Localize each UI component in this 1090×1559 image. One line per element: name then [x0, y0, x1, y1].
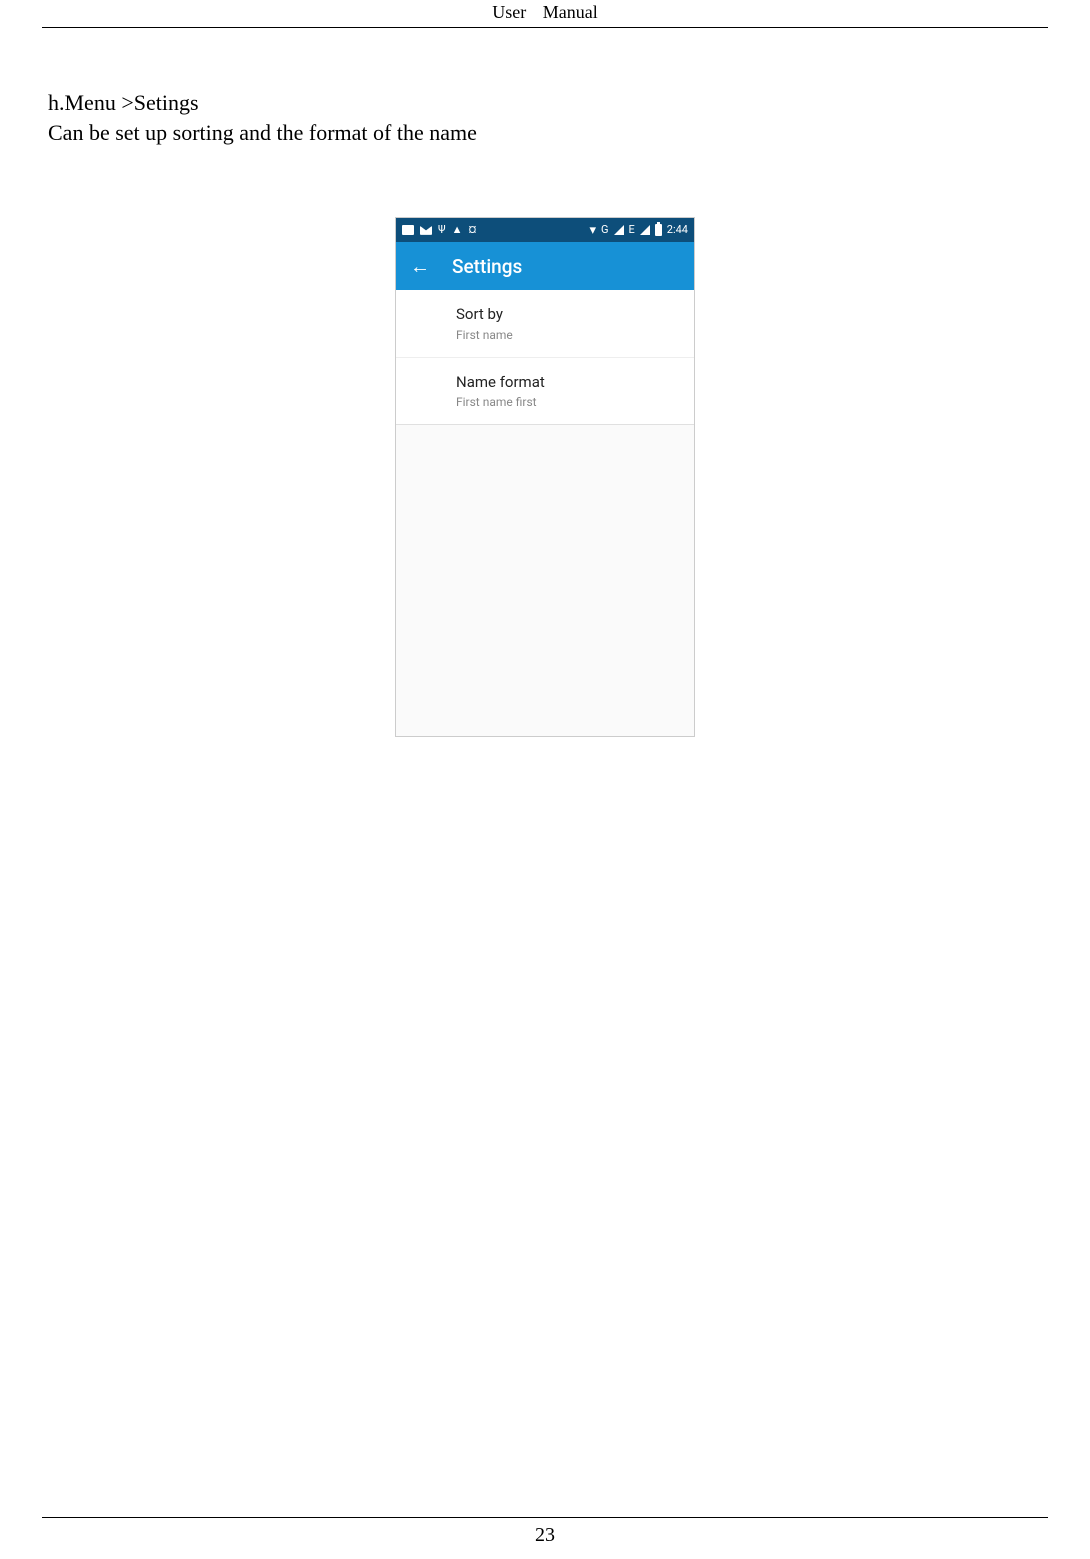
header-left: User	[492, 2, 526, 23]
wifi-icon: ▾	[589, 224, 596, 237]
app-bar: ← Settings	[396, 242, 694, 290]
status-bar: Ψ ▲ ¤ ▾ G E 2:44	[396, 218, 694, 242]
page-header: User Manual	[42, 0, 1048, 28]
settings-item-value: First name first	[456, 394, 678, 410]
status-bar-left: Ψ ▲ ¤	[402, 223, 476, 238]
android-icon: ¤	[469, 223, 477, 238]
network-e-label: E	[629, 223, 635, 238]
status-bar-right: ▾ G E 2:44	[589, 223, 688, 238]
envelope-icon	[420, 226, 432, 235]
section-heading: h.Menu >Setings	[48, 88, 1042, 118]
settings-item-name-format[interactable]: Name format First name first	[396, 358, 694, 425]
document-content: h.Menu >Setings Can be set up sorting an…	[0, 28, 1090, 737]
back-arrow-icon[interactable]: ←	[410, 256, 430, 276]
signal-icon-2	[640, 225, 650, 235]
page-number: 23	[535, 1524, 555, 1546]
footer-divider	[42, 1517, 1048, 1518]
image-icon	[402, 225, 414, 235]
screenshot-container: Ψ ▲ ¤ ▾ G E 2:44 ← Settings	[48, 217, 1042, 737]
battery-icon	[655, 224, 662, 236]
network-g-label: G	[601, 223, 609, 238]
settings-item-title: Sort by	[456, 304, 678, 324]
header-right: Manual	[543, 2, 598, 23]
settings-item-sort-by[interactable]: Sort by First name	[396, 290, 694, 357]
app-bar-title: Settings	[452, 254, 522, 280]
section-text: Can be set up sorting and the format of …	[48, 118, 1042, 148]
phone-screenshot: Ψ ▲ ¤ ▾ G E 2:44 ← Settings	[395, 217, 695, 737]
usb-icon: Ψ	[438, 223, 446, 238]
settings-item-title: Name format	[456, 372, 678, 392]
page-footer: 23	[0, 1517, 1090, 1547]
clock-time: 2:44	[667, 223, 688, 238]
signal-icon-1	[614, 225, 624, 235]
settings-list: Sort by First name Name format First nam…	[396, 290, 694, 736]
warning-icon: ▲	[452, 223, 463, 238]
settings-item-value: First name	[456, 327, 678, 343]
